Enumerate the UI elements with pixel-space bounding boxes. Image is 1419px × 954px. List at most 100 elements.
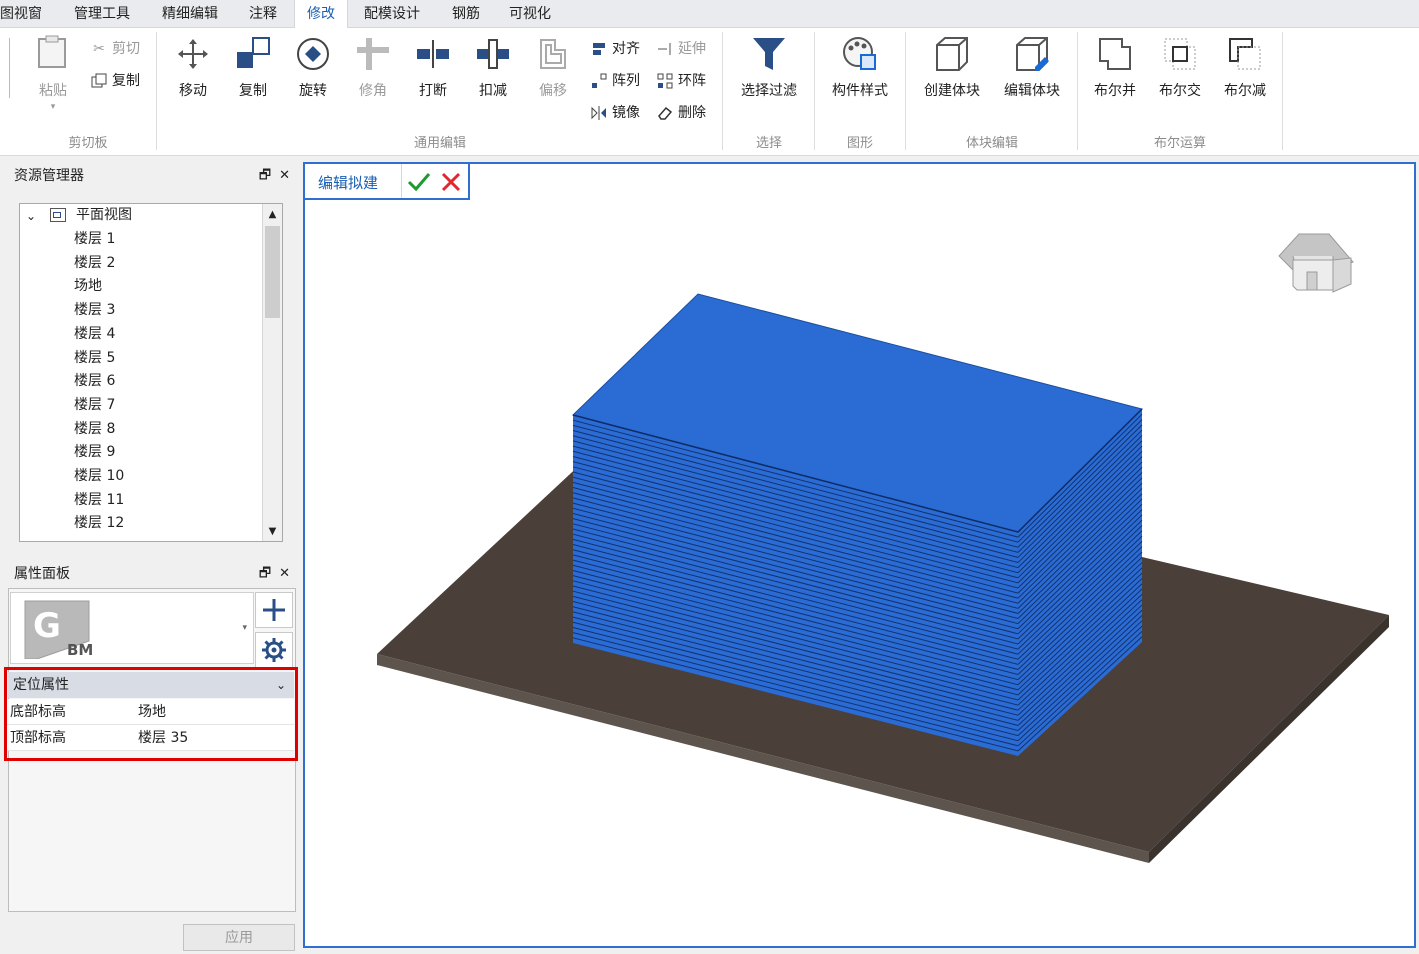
- tree-item-floor[interactable]: 楼层 4: [74, 323, 115, 345]
- resource-manager-header: 资源管理器 🗗 ✕: [8, 162, 296, 190]
- tab-annotation[interactable]: 注释: [237, 0, 289, 28]
- boolean-group-label: 布尔运算: [1153, 136, 1206, 151]
- type-settings-button[interactable]: [255, 632, 293, 668]
- tree-item-floor[interactable]: 楼层 9: [74, 441, 115, 463]
- add-type-button[interactable]: [255, 592, 293, 628]
- scissors-icon: ✂: [93, 41, 105, 57]
- tree-item-floor[interactable]: 楼层 1: [74, 228, 115, 250]
- boolean-subtract-icon: [1225, 34, 1265, 74]
- cube-pencil-icon: [1012, 34, 1052, 74]
- menu-bar: 图视窗 管理工具 精细编辑 注释 修改 配模设计 钢筋 可视化: [0, 0, 1419, 29]
- cube-icon: [932, 34, 972, 74]
- close-icon[interactable]: ✕: [279, 168, 290, 183]
- clipboard-group-label: 剪切板: [68, 136, 108, 151]
- tree-item-floor[interactable]: 楼层 6: [74, 370, 115, 392]
- svg-text:G: G: [33, 606, 61, 646]
- tree-item-floor[interactable]: 楼层 2: [74, 252, 115, 274]
- property-panel-header: 属性面板 🗗 ✕: [8, 560, 296, 588]
- tree-item-floor[interactable]: 楼层 5: [74, 347, 115, 369]
- tree-item-floor[interactable]: 场地: [74, 275, 102, 297]
- apply-button[interactable]: 应用: [183, 924, 295, 951]
- array-button[interactable]: 阵列: [590, 70, 640, 92]
- tree-collapse-chevron-icon[interactable]: ⌄: [26, 205, 36, 227]
- boolean-subtract-button[interactable]: 布尔减: [1216, 34, 1274, 104]
- tree-scrollbar[interactable]: ▲ ▼: [262, 204, 282, 541]
- tree-item-floor[interactable]: 楼层 7: [74, 394, 115, 416]
- align-button[interactable]: 对齐: [590, 38, 640, 60]
- tab-modify[interactable]: 修改: [294, 0, 348, 29]
- select-group-label: 选择: [755, 136, 782, 151]
- cut-button[interactable]: ✂ 剪切: [90, 38, 140, 60]
- gbm-logo: G BM: [23, 599, 101, 660]
- scroll-thumb[interactable]: [265, 226, 280, 318]
- svg-text:BM: BM: [67, 641, 93, 659]
- funnel-filter-icon: [749, 34, 789, 74]
- break-button[interactable]: 打断: [404, 34, 462, 104]
- group-divider: [156, 32, 157, 150]
- restore-icon[interactable]: 🗗: [259, 168, 271, 183]
- tab-fine-edit[interactable]: 精细编辑: [150, 0, 230, 28]
- rotate-button[interactable]: 旋转: [284, 34, 342, 104]
- tree-root-floor-plans[interactable]: 平面视图: [76, 204, 132, 226]
- tree-item-floor[interactable]: 楼层 8: [74, 418, 115, 440]
- group-divider: [722, 32, 723, 150]
- move-button[interactable]: 移动: [164, 34, 222, 104]
- paste-button[interactable]: 粘贴 ▾: [24, 34, 82, 112]
- create-block-button[interactable]: 创建体块: [920, 34, 984, 104]
- close-icon[interactable]: ✕: [279, 566, 290, 581]
- mirror-button[interactable]: 镜像: [590, 102, 640, 124]
- tab-formwork-design[interactable]: 配模设计: [352, 0, 432, 28]
- scroll-up-icon[interactable]: ▲: [263, 204, 282, 224]
- palette-icon: [840, 34, 880, 74]
- graphics-group-label: 图形: [846, 136, 873, 151]
- property-panel-title: 属性面板: [14, 566, 70, 582]
- extend-icon: [656, 40, 674, 58]
- mirror-icon: [590, 104, 608, 122]
- tab-rebar[interactable]: 钢筋: [440, 0, 492, 28]
- scroll-down-icon[interactable]: ▼: [263, 521, 282, 541]
- scene: [377, 293, 1389, 863]
- paste-icon: [33, 34, 73, 74]
- duplicate-button[interactable]: 复制: [224, 34, 282, 104]
- ring-array-icon: [656, 72, 674, 90]
- ring-array-button[interactable]: 环阵: [656, 70, 706, 92]
- eraser-icon: [656, 104, 674, 122]
- move-icon: [173, 34, 213, 74]
- extend-button[interactable]: 延伸: [656, 38, 706, 60]
- selection-filter-button[interactable]: 选择过滤: [736, 34, 802, 104]
- ribbon: 粘贴 ▾ ✂ 剪切 复制 剪切板 移动 复制 旋转 修角 打断 扣减 偏移 对齐…: [0, 28, 1419, 156]
- gear-icon: [262, 638, 286, 662]
- restore-icon[interactable]: 🗗: [259, 566, 271, 581]
- edit-block-button[interactable]: 编辑体块: [1000, 34, 1064, 104]
- 3d-viewport[interactable]: 编辑拟建: [303, 162, 1416, 948]
- tree-item-floor[interactable]: 楼层 12: [74, 512, 124, 534]
- copy-button[interactable]: 复制: [90, 70, 140, 92]
- boolean-union-button[interactable]: 布尔并: [1086, 34, 1144, 104]
- tree-item-floor[interactable]: 楼层 3: [74, 299, 115, 321]
- tab-view-window[interactable]: 图视窗: [0, 0, 54, 28]
- block-edit-group-label: 体块编辑: [965, 136, 1018, 151]
- group-divider: [1077, 32, 1078, 150]
- type-selector[interactable]: G BM ▾: [10, 592, 254, 664]
- rotate-icon: [293, 34, 333, 74]
- delete-button[interactable]: 删除: [656, 102, 706, 124]
- tree-item-floor[interactable]: 楼层 10: [74, 465, 124, 487]
- boolean-intersect-button[interactable]: 布尔交: [1151, 34, 1209, 104]
- trim-button[interactable]: 修角: [344, 34, 402, 104]
- group-divider: [905, 32, 906, 150]
- tab-management-tools[interactable]: 管理工具: [62, 0, 142, 28]
- ribbon-left-stub: [0, 38, 10, 98]
- tree-item-floor[interactable]: 楼层 11: [74, 489, 124, 511]
- paste-dropdown-icon[interactable]: ▾: [24, 102, 82, 112]
- general-edit-group-label: 通用编辑: [413, 136, 466, 151]
- group-divider: [1282, 32, 1283, 150]
- group-divider: [814, 32, 815, 150]
- type-dropdown-icon[interactable]: ▾: [242, 623, 247, 633]
- array-icon: [590, 72, 608, 90]
- offset-button[interactable]: 偏移: [524, 34, 582, 104]
- deduct-button[interactable]: 扣减: [464, 34, 522, 104]
- deduct-icon: [473, 34, 513, 74]
- boolean-union-icon: [1095, 34, 1135, 74]
- tab-visualization[interactable]: 可视化: [497, 0, 563, 28]
- component-style-button[interactable]: 构件样式: [828, 34, 892, 104]
